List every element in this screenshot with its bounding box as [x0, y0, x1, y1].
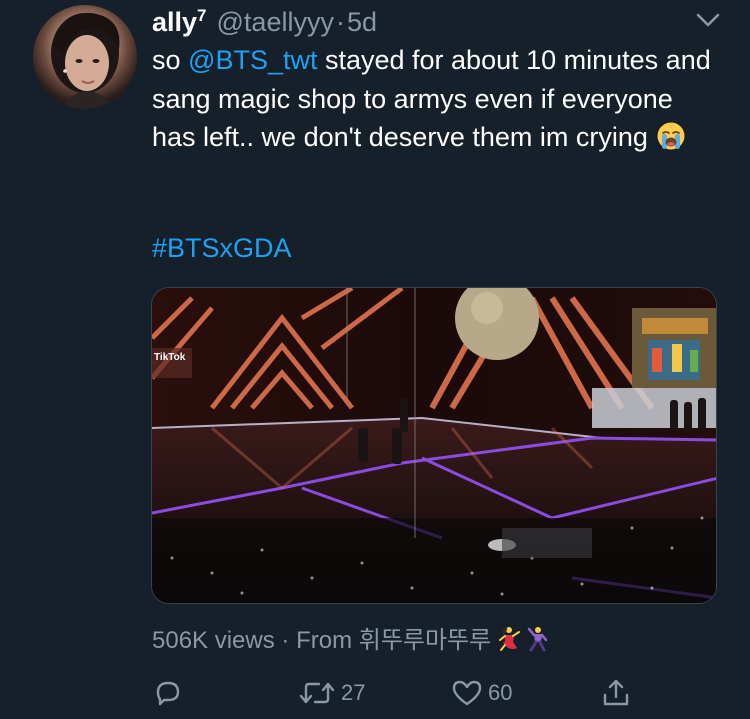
retweet-button[interactable]: 27 [297, 676, 365, 710]
views-count: 506K views [152, 627, 275, 654]
hashtag-link[interactable]: #BTSxGDA [152, 233, 292, 264]
share-icon [603, 679, 629, 706]
user-handle[interactable]: @taellyyy [217, 7, 334, 38]
retweet-count: 27 [341, 680, 366, 705]
tweet-header: ally7 @taellyyy · 5d [152, 6, 377, 38]
reply-button[interactable] [152, 676, 188, 710]
retweet-icon [299, 682, 335, 704]
share-button[interactable] [600, 676, 632, 710]
like-button[interactable]: 60 [450, 676, 512, 710]
loudly-crying-face-icon [657, 122, 685, 150]
tweet-text: so @BTS_twt stayed for about 10 minutes … [152, 41, 712, 157]
tweet-timestamp[interactable]: 5d [347, 7, 377, 38]
mention-link[interactable]: @BTS_twt [188, 45, 317, 75]
dancing-man-icon [527, 627, 548, 652]
view-count-line: 506K views · From 휘뚜루마뚜루 [152, 620, 551, 655]
header-separator: · [335, 7, 345, 37]
tiktok-overlay: TikTok [154, 352, 186, 363]
reply-icon [156, 681, 180, 706]
video-media[interactable]: TikTok [151, 287, 717, 604]
heart-icon [452, 680, 482, 706]
dancing-woman-icon [499, 627, 521, 651]
display-name-superscript: 7 [197, 6, 207, 25]
like-count: 60 [488, 680, 513, 705]
display-name-text[interactable]: ally [152, 7, 197, 37]
tweet-text-prefix: so [152, 45, 189, 75]
chevron-down-icon[interactable] [694, 10, 722, 30]
from-label: · From [281, 627, 353, 654]
source-account[interactable]: 휘뚜루마뚜루 [359, 626, 491, 654]
tweet-actions: 27 60 [152, 676, 632, 710]
tweet: ally7 @taellyyy · 5d so @BTS_twt stayed … [0, 0, 750, 719]
avatar[interactable] [33, 5, 137, 109]
display-name[interactable]: ally7 [152, 6, 207, 38]
